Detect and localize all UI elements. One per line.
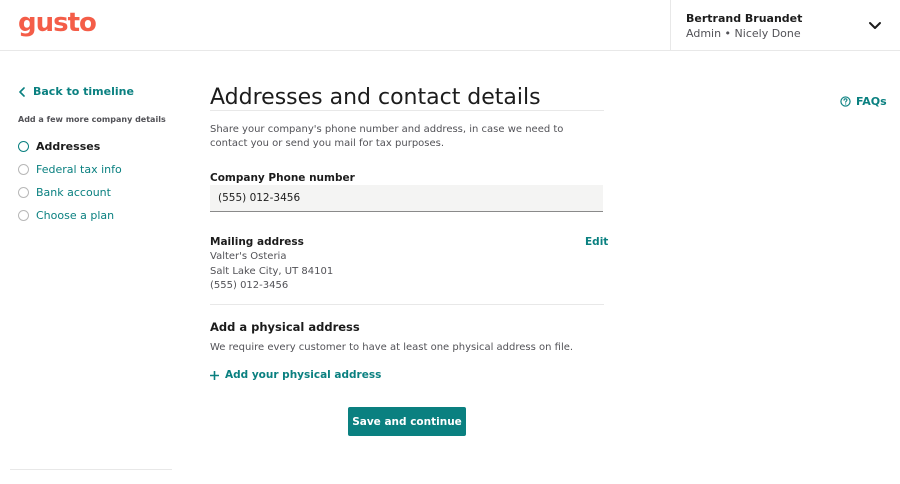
step-bank-account[interactable]: Bank account <box>18 181 122 204</box>
step-label: Bank account <box>36 186 111 199</box>
step-status-circle-icon <box>18 164 29 175</box>
step-status-circle-icon <box>18 210 29 221</box>
step-status-circle-icon <box>18 187 29 198</box>
faqs-link[interactable]: FAQs <box>840 95 887 108</box>
user-menu[interactable]: Bertrand Bruandet Admin • Nicely Done <box>670 0 900 51</box>
sidebar-divider <box>10 469 172 470</box>
address-line: (555) 012-3456 <box>210 280 289 291</box>
back-to-timeline-link[interactable]: Back to timeline <box>18 85 134 98</box>
step-label: Federal tax info <box>36 163 122 176</box>
save-and-continue-button[interactable]: Save and continue <box>348 407 466 436</box>
user-name: Bertrand Bruandet <box>686 12 803 25</box>
step-label: Choose a plan <box>36 209 115 222</box>
address-line: Valter's Osteria <box>210 251 287 262</box>
step-list: Addresses Federal tax info Bank account … <box>18 135 122 227</box>
mailing-address: Valter's Osteria Salt Lake City, UT 8410… <box>210 250 333 294</box>
top-bar: gusto Bertrand Bruandet Admin • Nicely D… <box>0 0 900 51</box>
plus-icon <box>210 370 219 380</box>
add-physical-address-label: Add your physical address <box>225 369 382 381</box>
faqs-label: FAQs <box>856 95 887 108</box>
steps-title: Add a few more company details <box>18 115 166 124</box>
step-choose-a-plan[interactable]: Choose a plan <box>18 204 122 227</box>
phone-label: Company Phone number <box>210 172 355 184</box>
edit-mailing-address-link[interactable]: Edit <box>585 236 608 248</box>
step-status-circle-icon <box>18 141 29 152</box>
gusto-logo[interactable]: gusto <box>18 8 97 38</box>
help-circle-icon <box>840 96 851 107</box>
address-line: Salt Lake City, UT 84101 <box>210 265 334 277</box>
company-phone-input[interactable] <box>210 185 603 212</box>
physical-address-description: We require every customer to have at lea… <box>210 342 574 353</box>
title-divider <box>210 110 604 111</box>
step-federal-tax-info[interactable]: Federal tax info <box>18 158 122 181</box>
step-label: Addresses <box>36 140 101 153</box>
mailing-address-label: Mailing address <box>210 236 304 248</box>
section-divider <box>210 304 604 305</box>
main-content: Addresses and contact details Share your… <box>210 85 604 149</box>
back-link-label: Back to timeline <box>33 85 134 98</box>
intro-text: Share your company's phone number and ad… <box>210 124 564 149</box>
user-role: Admin • Nicely Done <box>686 27 801 40</box>
physical-address-title: Add a physical address <box>210 320 360 334</box>
page-title: Addresses and contact details <box>210 85 541 110</box>
chevron-down-icon[interactable] <box>868 18 882 32</box>
add-physical-address-link[interactable]: Add your physical address <box>210 369 381 381</box>
step-addresses[interactable]: Addresses <box>18 135 122 158</box>
chevron-left-icon <box>19 86 25 97</box>
